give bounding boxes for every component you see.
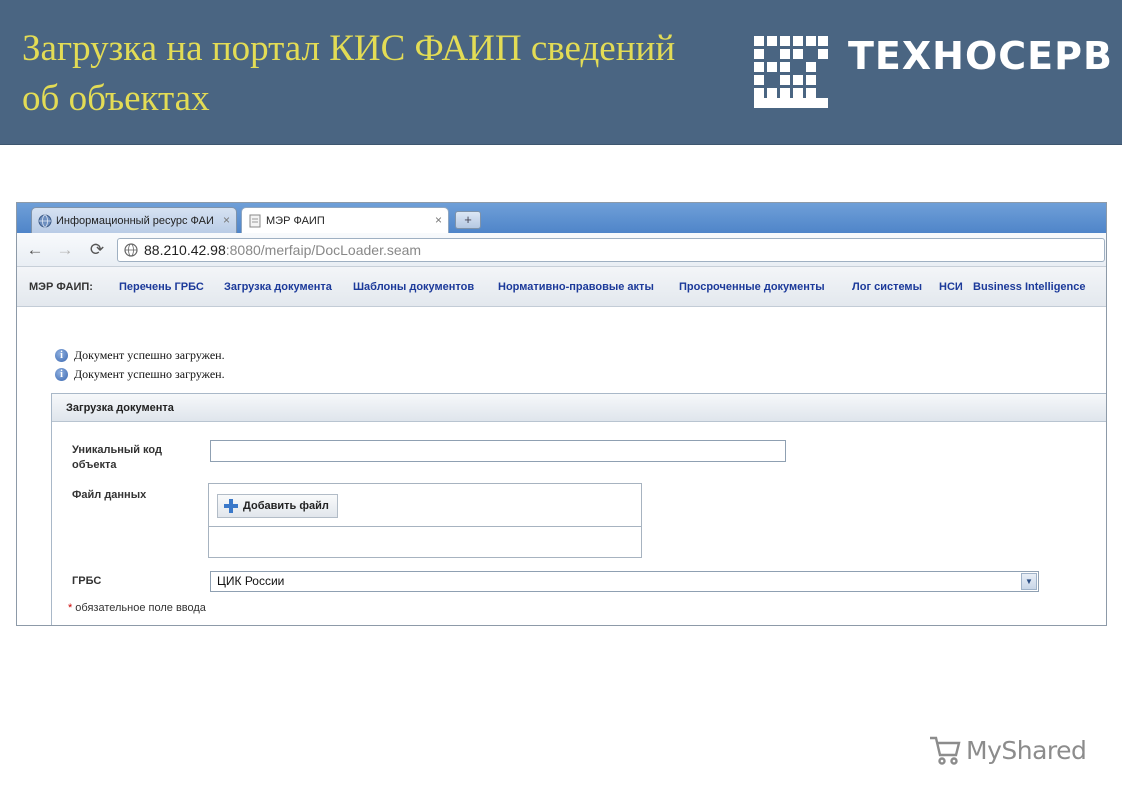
add-file-label: Добавить файл: [243, 500, 329, 512]
nav-link-system-log[interactable]: Лог системы: [852, 267, 922, 307]
add-file-button[interactable]: Добавить файл: [217, 494, 338, 518]
slide-title-line-1: Загрузка на портал КИС ФАИП сведений: [22, 28, 676, 69]
grbs-selected-value: ЦИК России: [217, 574, 285, 588]
watermark-text: MyShared: [966, 735, 1087, 765]
new-tab-button[interactable]: +: [455, 211, 481, 229]
grbs-select[interactable]: ЦИК России ▼: [210, 571, 1039, 592]
browser-window: Информационный ресурс ФАИ × МЭР ФАИП × +…: [16, 202, 1107, 626]
required-field-note: * обязательное поле ввода: [68, 602, 206, 614]
success-message: i Документ успешно загружен.: [55, 348, 225, 363]
tab-close-icon[interactable]: ×: [223, 213, 230, 227]
technoserv-logo-icon: [754, 36, 828, 108]
slide-header: Загрузка на портал КИС ФАИП сведений об …: [0, 0, 1122, 145]
grbs-label: ГРБС: [72, 575, 102, 587]
tab-mer-faip[interactable]: МЭР ФАИП ×: [241, 207, 449, 233]
unique-code-label-line-1: Уникальный код: [72, 444, 162, 456]
slide-title-line-2: об объектах: [22, 78, 210, 119]
reload-icon[interactable]: ⟳: [87, 240, 107, 260]
browser-toolbar: ← → ⟳ 88.210.42.98:8080/merfaip/DocLoade…: [17, 233, 1106, 267]
message-text: Документ успешно загружен.: [74, 348, 225, 362]
required-note-text: обязательное поле ввода: [75, 602, 206, 614]
panel-title: Загрузка документа: [52, 394, 1106, 422]
address-host: 88.210.42.98: [144, 242, 226, 258]
nav-link-business-intelligence[interactable]: Business Intelligence: [973, 267, 1085, 307]
nav-link-document-upload[interactable]: Загрузка документа: [224, 267, 332, 307]
nav-link-nsi[interactable]: НСИ: [939, 267, 963, 307]
shopping-cart-icon: [930, 736, 961, 765]
unique-code-label: Уникальный код объекта: [72, 443, 162, 473]
nav-link-grbs-list[interactable]: Перечень ГРБС: [119, 267, 204, 307]
upload-panel: Загрузка документа Уникальный код объект…: [51, 393, 1106, 625]
message-text: Документ успешно загружен.: [74, 367, 225, 381]
address-path: :8080/merfaip/DocLoader.seam: [225, 242, 422, 258]
nav-link-overdue-documents[interactable]: Просроченные документы: [679, 267, 825, 307]
unique-code-label-line-2: объекта: [72, 459, 117, 471]
unique-code-input[interactable]: [210, 440, 786, 462]
file-upload-toolbar: Добавить файл: [209, 484, 641, 527]
info-icon: i: [55, 349, 68, 362]
plus-icon: [224, 499, 238, 513]
success-message: i Документ успешно загружен.: [55, 367, 225, 382]
myshared-watermark: MyShared: [928, 733, 1087, 767]
address-bar[interactable]: 88.210.42.98:8080/merfaip/DocLoader.seam: [117, 238, 1105, 262]
app-navigation: МЭР ФАИП: Перечень ГРБС Загрузка докумен…: [17, 267, 1106, 307]
back-arrow-icon[interactable]: ←: [25, 240, 45, 260]
chevron-down-icon[interactable]: ▼: [1021, 573, 1037, 590]
tab-strip: Информационный ресурс ФАИ × МЭР ФАИП × +: [17, 203, 1106, 233]
tab-label: Информационный ресурс ФАИ: [56, 214, 214, 227]
page-icon: [249, 214, 261, 227]
file-upload-box: Добавить файл: [208, 483, 642, 558]
globe-icon: [38, 214, 52, 227]
address-globe-icon: [124, 243, 138, 257]
file-data-label: Файл данных: [72, 489, 147, 501]
forward-arrow-icon[interactable]: →: [55, 240, 75, 260]
required-star: *: [68, 602, 73, 614]
slide-title: Загрузка на портал КИС ФАИП сведений об …: [22, 24, 742, 124]
tab-close-icon[interactable]: ×: [435, 213, 442, 227]
tab-info-resource[interactable]: Информационный ресурс ФАИ ×: [31, 207, 237, 233]
app-nav-title: МЭР ФАИП:: [29, 281, 93, 293]
nav-link-document-templates[interactable]: Шаблоны документов: [353, 267, 474, 307]
tab-label: МЭР ФАИП: [266, 214, 325, 227]
info-icon: i: [55, 368, 68, 381]
nav-link-legal-acts[interactable]: Нормативно-правовые акты: [498, 267, 654, 307]
logo-text: ТЕХНОСЕРВ: [848, 34, 1113, 78]
